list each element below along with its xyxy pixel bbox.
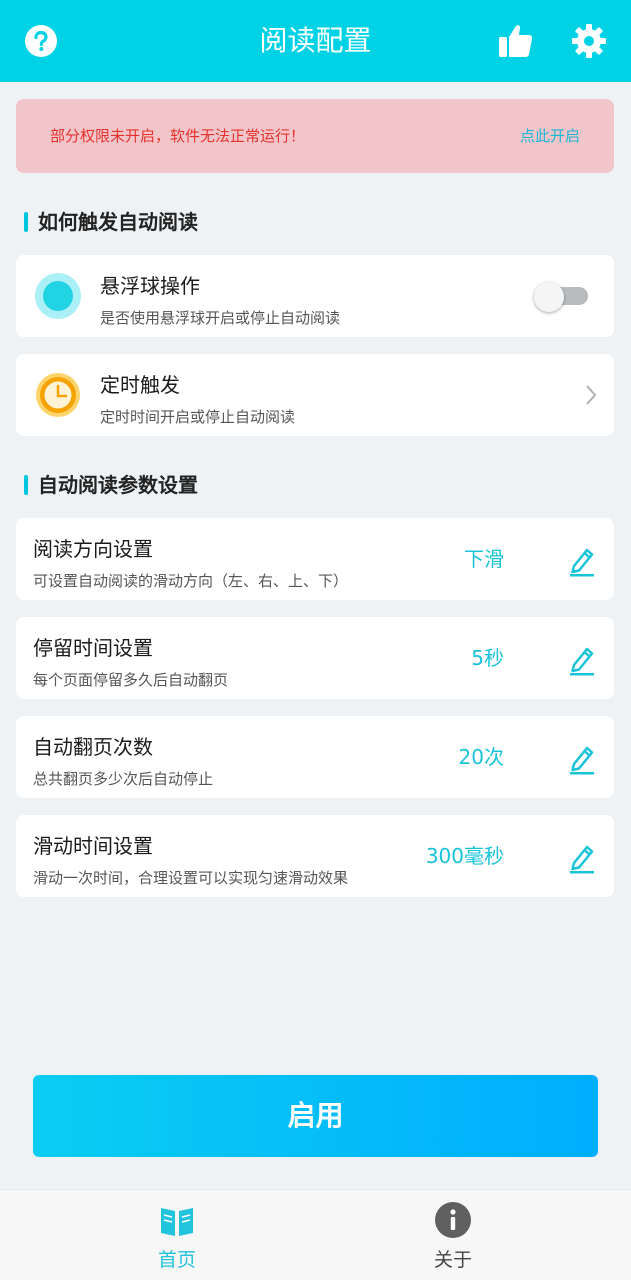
floating-ball-card[interactable]: 悬浮球操作 是否使用悬浮球开启或停止自动阅读	[16, 255, 614, 337]
direction-setting-subtitle: 可设置自动阅读的滑动方向（左、右、上、下）	[33, 572, 349, 590]
timer-trigger-subtitle: 定时时间开启或停止自动阅读	[100, 408, 296, 426]
nav-label-home: 首页	[157, 1249, 196, 1271]
floating-ball-title: 悬浮球操作	[100, 274, 200, 298]
page-turn-count-subtitle: 总共翻页多少次后自动停止	[33, 770, 214, 788]
floating-ball-icon	[35, 273, 81, 319]
nav-item-home[interactable]: 首页	[117, 1190, 237, 1280]
swipe-time-value: 300毫秒	[425, 844, 504, 868]
floating-ball-toggle[interactable]	[534, 282, 588, 312]
timer-trigger-card[interactable]: 定时触发 定时时间开启或停止自动阅读	[16, 354, 614, 436]
stay-time-title: 停留时间设置	[33, 636, 153, 660]
stay-time-card[interactable]: 停留时间设置 每个页面停留多久后自动翻页 5秒	[16, 617, 614, 699]
edit-icon[interactable]	[568, 545, 596, 577]
stay-time-value: 5秒	[471, 646, 504, 670]
edit-icon[interactable]	[568, 743, 596, 775]
direction-setting-value: 下滑	[464, 547, 504, 571]
clock-icon	[35, 372, 81, 418]
alert-message: 部分权限未开启，软件无法正常运行！	[50, 127, 306, 145]
chevron-right-icon	[584, 384, 598, 406]
page-title: 阅读配置	[259, 24, 372, 57]
permission-alert: 部分权限未开启，软件无法正常运行！ 点此开启	[16, 99, 614, 173]
top-bar: 阅读配置	[0, 0, 631, 82]
enable-permission-link[interactable]: 点此开启	[520, 99, 580, 173]
floating-ball-subtitle: 是否使用悬浮球开启或停止自动阅读	[100, 309, 341, 327]
enable-button[interactable]: 启用	[33, 1075, 598, 1157]
info-icon	[435, 1202, 471, 1238]
page-turn-count-card[interactable]: 自动翻页次数 总共翻页多少次后自动停止 20次	[16, 716, 614, 798]
gear-icon[interactable]	[571, 23, 607, 59]
stay-time-subtitle: 每个页面停留多久后自动翻页	[33, 671, 229, 689]
direction-setting-card[interactable]: 阅读方向设置 可设置自动阅读的滑动方向（左、右、上、下） 下滑	[16, 518, 614, 600]
nav-label-about: 关于	[433, 1249, 472, 1271]
section-title-trigger: 如何触发自动阅读	[24, 209, 198, 235]
bottom-nav: 首页 关于	[0, 1189, 631, 1280]
direction-setting-title: 阅读方向设置	[33, 537, 153, 561]
book-icon	[159, 1202, 195, 1238]
section-title-params: 自动阅读参数设置	[24, 472, 198, 498]
edit-icon[interactable]	[568, 842, 596, 874]
timer-trigger-title: 定时触发	[100, 373, 180, 397]
edit-icon[interactable]	[568, 644, 596, 676]
swipe-time-subtitle: 滑动一次时间，合理设置可以实现匀速滑动效果	[33, 869, 349, 887]
page-turn-count-title: 自动翻页次数	[33, 735, 153, 759]
page-turn-count-value: 20次	[458, 745, 504, 769]
toggle-knob	[534, 282, 564, 312]
swipe-time-card[interactable]: 滑动时间设置 滑动一次时间，合理设置可以实现匀速滑动效果 300毫秒	[16, 815, 614, 897]
swipe-time-title: 滑动时间设置	[33, 834, 153, 858]
nav-item-about[interactable]: 关于	[393, 1190, 513, 1280]
thumbs-up-icon[interactable]	[497, 22, 535, 60]
